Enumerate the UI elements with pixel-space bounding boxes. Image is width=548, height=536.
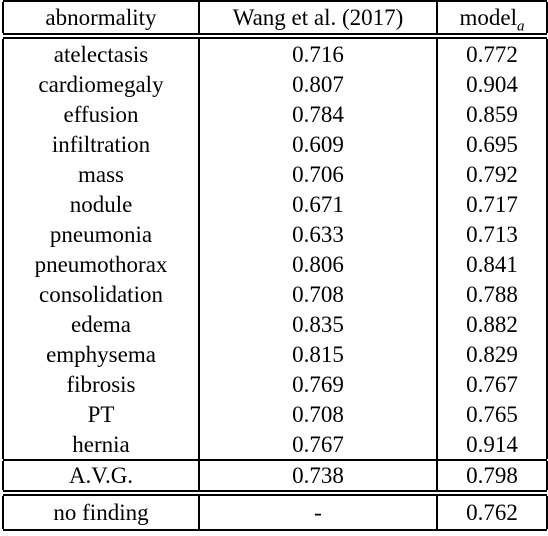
- cell-abnormality: hernia: [2, 429, 199, 459]
- table-row: hernia 0.767 0.914: [2, 429, 548, 459]
- table-row: effusion 0.784 0.859: [2, 99, 548, 129]
- cell-baseline: 0.769: [198, 369, 437, 399]
- table-bottom-rule: [3, 529, 547, 531]
- cell-abnormality: nodule: [2, 189, 199, 219]
- table-row-average: A.V.G. 0.738 0.798: [2, 461, 548, 490]
- cell-baseline: 0.806: [198, 249, 437, 279]
- cell-model: 0.914: [436, 429, 548, 459]
- table-row: nodule 0.671 0.717: [2, 189, 548, 219]
- cell-baseline-no-finding: -: [198, 496, 437, 529]
- cell-abnormality: pneumonia: [2, 219, 199, 249]
- cell-abnormality: consolidation: [2, 279, 199, 309]
- cell-model: 0.882: [436, 309, 548, 339]
- cell-abnormality-average: A.V.G.: [2, 461, 199, 490]
- table-row: PT 0.708 0.765: [2, 399, 548, 429]
- cell-model-average: 0.798: [436, 461, 548, 490]
- cell-abnormality: PT: [2, 399, 199, 429]
- table-row: pneumothorax 0.806 0.841: [2, 249, 548, 279]
- cell-abnormality: infiltration: [2, 129, 199, 159]
- table-row: consolidation 0.708 0.788: [2, 279, 548, 309]
- cell-model: 0.695: [436, 129, 548, 159]
- cell-baseline: 0.835: [198, 309, 437, 339]
- table-row-no-finding: no finding - 0.762: [2, 496, 548, 529]
- cell-abnormality: atelectasis: [2, 39, 199, 69]
- cell-model: 0.788: [436, 279, 548, 309]
- cell-model: 0.765: [436, 399, 548, 429]
- results-table-container: abnormality Wang et al. (2017) modela at…: [0, 0, 548, 536]
- table-row: atelectasis 0.716 0.772: [2, 39, 548, 69]
- cell-abnormality: emphysema: [2, 339, 199, 369]
- cell-baseline: 0.671: [198, 189, 437, 219]
- cell-abnormality: fibrosis: [2, 369, 199, 399]
- table-row: emphysema 0.815 0.829: [2, 339, 548, 369]
- cell-model: 0.717: [436, 189, 548, 219]
- column-header-model-subscript: a: [517, 18, 525, 35]
- cell-model: 0.841: [436, 249, 548, 279]
- column-header-abnormality: abnormality: [2, 2, 199, 33]
- cell-baseline: 0.815: [198, 339, 437, 369]
- table-row: edema 0.835 0.882: [2, 309, 548, 339]
- table-row: infiltration 0.609 0.695: [2, 129, 548, 159]
- cell-abnormality: mass: [2, 159, 199, 189]
- table-row: fibrosis 0.769 0.767: [2, 369, 548, 399]
- table-row: mass 0.706 0.792: [2, 159, 548, 189]
- table-header-row: abnormality Wang et al. (2017) modela: [2, 2, 548, 35]
- cell-baseline: 0.716: [198, 39, 437, 69]
- cell-model: 0.792: [436, 159, 548, 189]
- cell-model: 0.713: [436, 219, 548, 249]
- cell-model: 0.904: [436, 69, 548, 99]
- cell-abnormality-no-finding: no finding: [2, 496, 199, 529]
- cell-abnormality: effusion: [2, 99, 199, 129]
- cell-baseline: 0.784: [198, 99, 437, 129]
- cell-abnormality: cardiomegaly: [2, 69, 199, 99]
- results-table: abnormality Wang et al. (2017) modela at…: [2, 0, 548, 531]
- column-header-model: modela: [436, 2, 548, 35]
- table-row: cardiomegaly 0.807 0.904: [2, 69, 548, 99]
- column-header-model-base: model: [459, 5, 518, 30]
- cell-model: 0.772: [436, 39, 548, 69]
- cell-baseline: 0.609: [198, 129, 437, 159]
- cell-baseline-average: 0.738: [198, 461, 437, 490]
- cell-baseline: 0.807: [198, 69, 437, 99]
- cell-model: 0.829: [436, 339, 548, 369]
- column-header-baseline: Wang et al. (2017): [198, 2, 437, 33]
- cell-abnormality: pneumothorax: [2, 249, 199, 279]
- cell-model-no-finding: 0.762: [436, 496, 548, 529]
- cell-model: 0.767: [436, 369, 548, 399]
- cell-abnormality: edema: [2, 309, 199, 339]
- cell-baseline: 0.708: [198, 279, 437, 309]
- cell-baseline: 0.767: [198, 429, 437, 459]
- cell-model: 0.859: [436, 99, 548, 129]
- cell-baseline: 0.708: [198, 399, 437, 429]
- table-row: pneumonia 0.633 0.713: [2, 219, 548, 249]
- cell-baseline: 0.633: [198, 219, 437, 249]
- cell-baseline: 0.706: [198, 159, 437, 189]
